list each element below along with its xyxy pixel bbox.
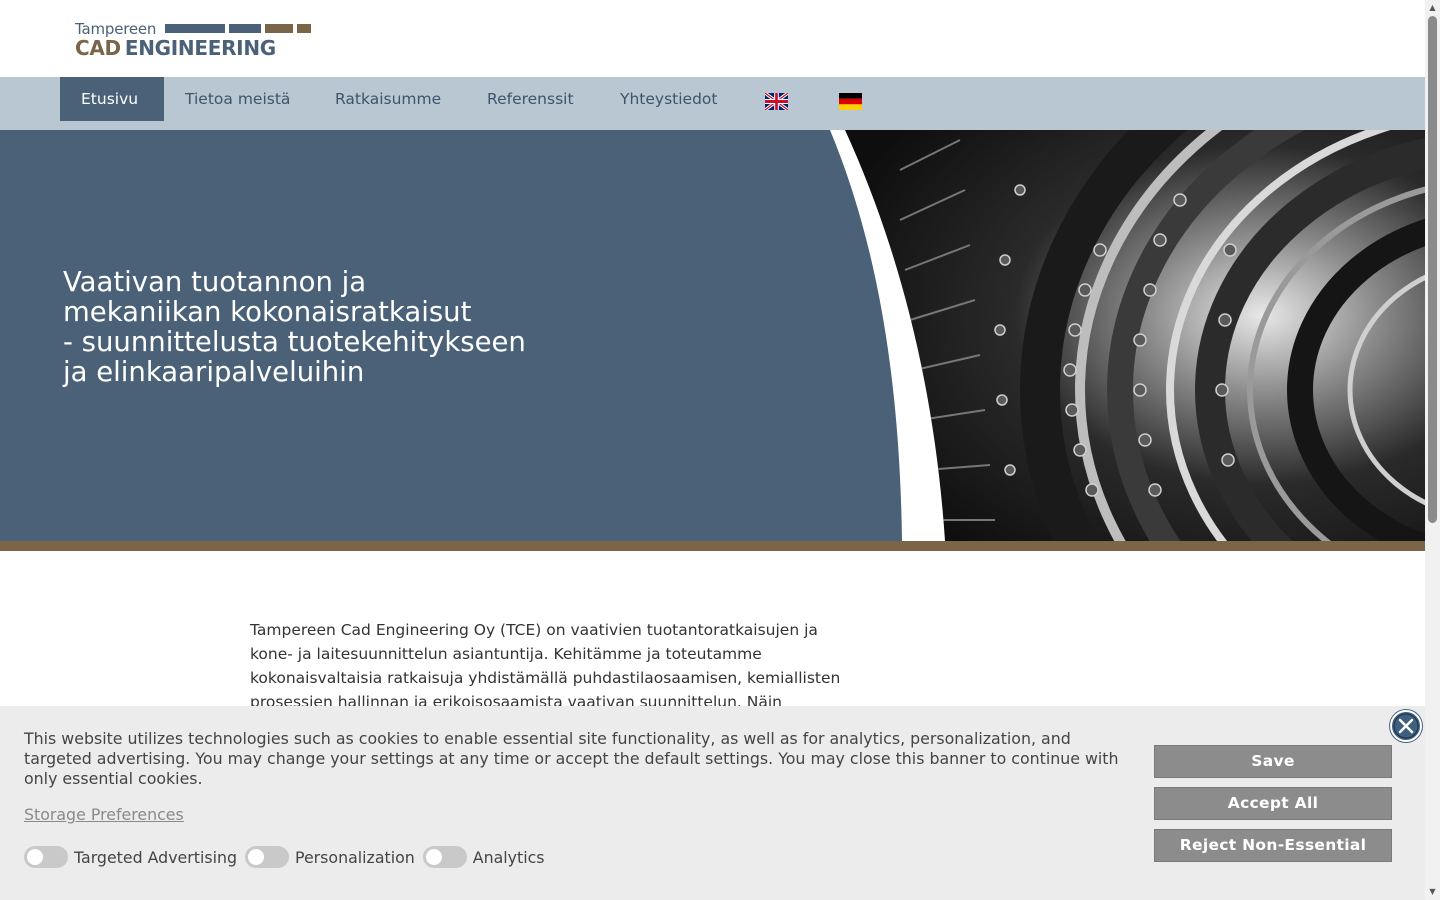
save-button[interactable]: Save: [1154, 745, 1392, 778]
hero-title-line: - suunnittelusta tuotekehitykseen: [63, 326, 526, 358]
logo-bars: [165, 24, 311, 33]
toggle-targeted-advertising[interactable]: Targeted Advertising: [24, 846, 237, 868]
nav-item-ratkaisumme[interactable]: Ratkaisumme: [314, 77, 462, 121]
hero-divider: [0, 541, 1425, 551]
scroll-thumb[interactable]: [1428, 16, 1437, 523]
accept-all-button[interactable]: Accept All: [1154, 787, 1392, 820]
toggle-label: Targeted Advertising: [74, 847, 237, 867]
toggle-switch[interactable]: [245, 846, 289, 868]
reject-non-essential-button[interactable]: Reject Non-Essential: [1154, 829, 1392, 862]
cookie-toggles: Targeted Advertising Personalization Ana…: [24, 846, 553, 868]
scroll-up-icon[interactable]: ▲: [1425, 2, 1440, 14]
logo-cad: CAD: [75, 36, 121, 60]
germany-flag-icon[interactable]: [839, 93, 862, 110]
toggle-analytics[interactable]: Analytics: [422, 846, 545, 868]
storage-preferences-link[interactable]: Storage Preferences: [24, 805, 184, 824]
toggle-switch[interactable]: [422, 846, 467, 868]
hero-title: Vaativan tuotannon ja mekaniikan kokonai…: [63, 267, 583, 387]
site-header: Tampereen CAD ENGINEERING: [0, 0, 1425, 77]
logo-line2: CAD ENGINEERING: [75, 36, 276, 60]
toggle-label: Analytics: [472, 847, 545, 867]
nav-item-referenssit[interactable]: Referenssit: [466, 77, 595, 121]
company-logo[interactable]: Tampereen CAD ENGINEERING: [75, 20, 311, 60]
uk-flag-icon[interactable]: [765, 93, 788, 110]
main-nav: Etusivu Tietoa meistä Ratkaisumme Refere…: [0, 77, 1425, 130]
scroll-down-icon[interactable]: ▼: [1425, 886, 1440, 898]
nav-item-tietoa-meista[interactable]: Tietoa meistä: [164, 77, 311, 121]
cookie-banner: This website utilizes technologies such …: [0, 706, 1425, 900]
page-scrollbar[interactable]: ▲ ▼: [1425, 0, 1440, 900]
toggle-personalization[interactable]: Personalization: [245, 846, 415, 868]
toggle-label: Personalization: [295, 847, 415, 867]
hero-title-line: mekaniikan kokonaisratkaisut: [63, 296, 472, 328]
nav-item-etusivu[interactable]: Etusivu: [60, 77, 164, 121]
nav-item-yhteystiedot[interactable]: Yhteystiedot: [599, 77, 738, 121]
hero-title-line: Vaativan tuotannon ja: [63, 266, 367, 298]
hero-title-line: ja elinkaaripalveluihin: [63, 356, 365, 388]
toggle-switch[interactable]: [24, 846, 68, 868]
hero-banner: Vaativan tuotannon ja mekaniikan kokonai…: [0, 130, 1425, 541]
logo-engineering: ENGINEERING: [124, 36, 276, 60]
close-icon[interactable]: [1389, 709, 1423, 743]
cookie-banner-text: This website utilizes technologies such …: [24, 729, 1119, 788]
